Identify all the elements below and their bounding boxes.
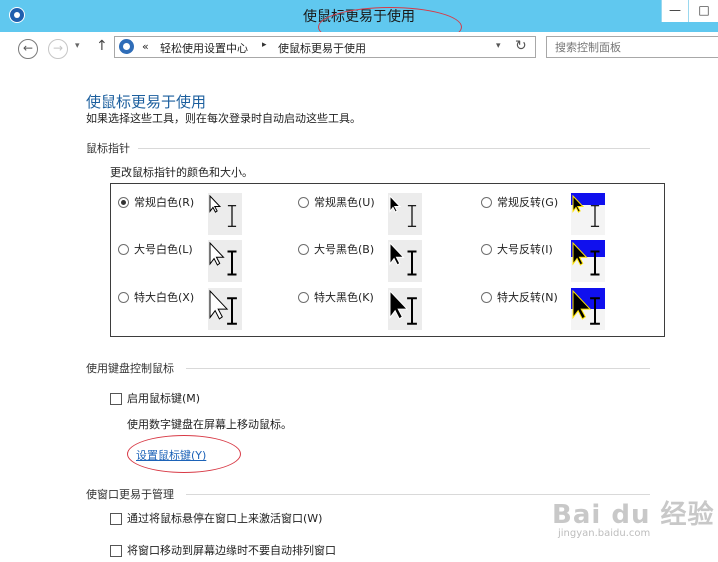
window-title: 使鼠标更易于使用 [303,9,415,25]
pointer-preview-icon [388,240,422,282]
pointer-scheme-option[interactable]: 特大反转(N) [481,288,656,332]
recent-locations-dropdown-icon[interactable]: ▾ [75,41,80,51]
pointer-scheme-option[interactable]: 特大白色(X) [118,288,293,332]
pointer-scheme-option[interactable]: 特大黑色(K) [298,288,473,332]
pointer-scheme-label[interactable]: 特大白色(X) [134,289,194,305]
setup-mouse-keys-link[interactable]: 设置鼠标键(Y) [136,447,206,463]
pointer-scheme-radio[interactable] [298,292,309,303]
pointer-preview-icon [208,240,242,282]
pointer-preview-icon [208,288,242,330]
pointer-preview-icon [571,193,605,235]
forward-button[interactable]: → [48,39,68,59]
page-description: 如果选择这些工具，则在每次登录时自动启动这些工具。 [86,112,361,125]
pointer-scheme-option[interactable]: 常规白色(R) [118,193,293,237]
pointer-scheme-option[interactable]: 大号反转(I) [481,240,656,284]
pointers-subtitle: 更改鼠标指针的颜色和大小。 [110,166,253,179]
breadcrumb-separator-icon[interactable]: ▸ [262,40,267,50]
pointer-scheme-label[interactable]: 常规白色(R) [134,194,194,210]
mouse-keys-label[interactable]: 启用鼠标键(M) [127,390,200,406]
prevent-snap-checkbox[interactable] [110,545,122,557]
pointer-preview-icon [571,240,605,282]
pointer-scheme-option[interactable]: 常规反转(G) [481,193,656,237]
mouse-keys-checkbox[interactable] [110,393,122,405]
prevent-snap-label[interactable]: 将窗口移动到屏幕边缘时不要自动排列窗口 [127,542,336,558]
address-dropdown-icon[interactable]: ▾ [496,41,501,51]
section-heading-window-management: 使窗口更易于管理 [86,488,174,501]
pointer-scheme-group: 常规白色(R) 常规黑色(U) 常规反转(G) 大号白色(L) 大号黑色(B) 大号反转(… [110,183,665,337]
baidu-watermark: Bai du 经验 jingyan.baidu.com [552,494,715,539]
mouse-keys-description: 使用数字键盘在屏幕上移动鼠标。 [127,418,292,431]
section-divider [138,148,650,149]
page-title: 使鼠标更易于使用 [86,93,207,111]
activate-on-hover-checkbox[interactable] [110,513,122,525]
pointer-scheme-label[interactable]: 特大黑色(K) [314,289,374,305]
pointer-preview-icon [388,288,422,330]
pointer-scheme-radio[interactable] [481,197,492,208]
pointer-preview-icon [388,193,422,235]
pointer-scheme-option[interactable]: 大号黑色(B) [298,240,473,284]
minimize-button[interactable]: — [661,0,688,22]
watermark-url: jingyan.baidu.com [558,528,651,539]
crumb-overflow[interactable]: « [142,40,149,53]
maximize-button[interactable]: □ [688,0,718,22]
pointer-scheme-option[interactable]: 常规黑色(U) [298,193,473,237]
breadcrumb-ease-of-access[interactable]: 轻松使用设置中心 [160,40,248,56]
pointer-scheme-label[interactable]: 大号白色(L) [134,241,193,257]
section-heading-keyboard-mouse: 使用键盘控制鼠标 [86,362,174,375]
back-button[interactable]: ← [18,39,38,59]
pointer-scheme-label[interactable]: 常规黑色(U) [314,194,375,210]
pointer-scheme-label[interactable]: 常规反转(G) [497,194,558,210]
up-button[interactable]: ↑ [96,38,108,54]
pointer-scheme-radio[interactable] [118,244,129,255]
watermark-brand: Bai du 经验 [552,500,715,530]
pointer-scheme-radio[interactable] [118,197,129,208]
section-divider [186,368,650,369]
section-heading-mouse-pointers: 鼠标指针 [86,142,130,155]
pointer-scheme-radio[interactable] [481,292,492,303]
activate-on-hover-label[interactable]: 通过将鼠标悬停在窗口上来激活窗口(W) [127,510,322,526]
pointer-preview-icon [208,193,242,235]
pointer-scheme-radio[interactable] [298,197,309,208]
refresh-icon[interactable]: ↻ [515,38,527,54]
search-input[interactable] [546,36,718,58]
pointer-scheme-label[interactable]: 大号黑色(B) [314,241,374,257]
control-panel-icon [119,39,134,54]
address-bar[interactable]: « 轻松使用设置中心 ▸ 使鼠标更易于使用 ▾ ↻ [114,36,536,58]
pointer-scheme-radio[interactable] [298,244,309,255]
pointer-scheme-label[interactable]: 特大反转(N) [497,289,558,305]
pointer-preview-icon [571,288,605,330]
breadcrumb-make-mouse-easier[interactable]: 使鼠标更易于使用 [278,40,366,56]
pointer-scheme-label[interactable]: 大号反转(I) [497,241,553,257]
pointer-scheme-option[interactable]: 大号白色(L) [118,240,293,284]
pointer-scheme-radio[interactable] [481,244,492,255]
pointer-scheme-radio[interactable] [118,292,129,303]
